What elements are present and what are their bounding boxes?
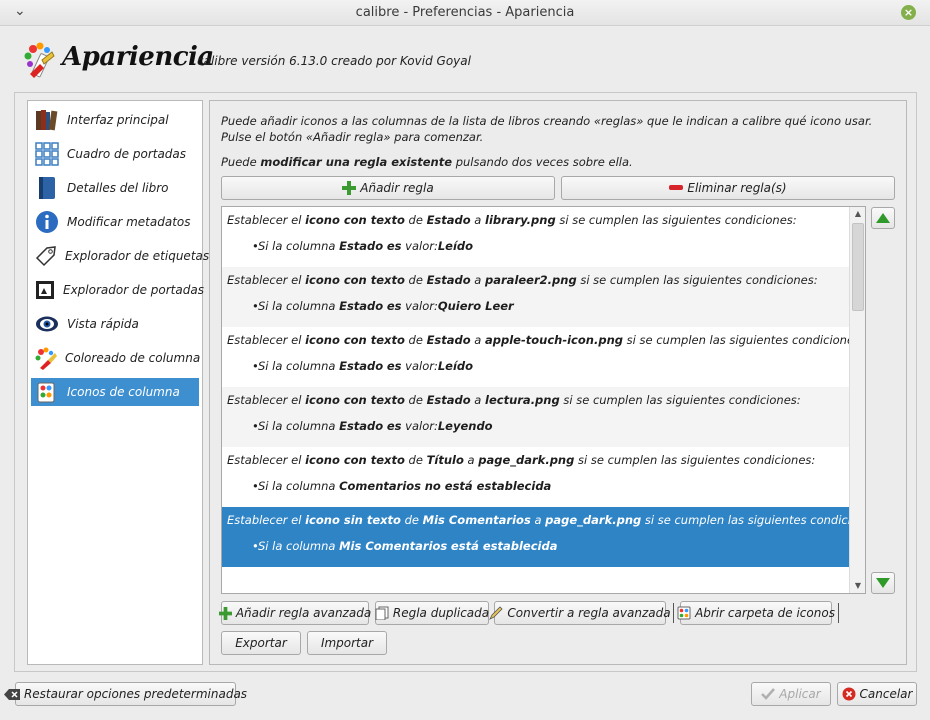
duplicate-icon bbox=[375, 606, 389, 620]
rule-condition: Si la columna Estado es valor:Quiero Lee… bbox=[258, 299, 514, 313]
move-down-button[interactable] bbox=[871, 572, 895, 594]
duplicate-rule-label: Regla duplicada bbox=[392, 606, 490, 620]
scroll-up-arrow-icon[interactable]: ▲ bbox=[850, 207, 865, 221]
sidebar-item-label: Explorador de etiquetas bbox=[65, 249, 210, 263]
sidebar-item-label: Coloreado de columna bbox=[65, 351, 201, 365]
rule-condition: Si la columna Mis Comentarios está estab… bbox=[258, 539, 558, 553]
list-item[interactable]: Establecer el icono con texto de Estado … bbox=[222, 327, 864, 387]
book-icon bbox=[34, 175, 60, 201]
cancel-icon bbox=[842, 687, 856, 701]
minus-icon bbox=[669, 185, 684, 191]
scrollbar-thumb[interactable] bbox=[852, 223, 864, 311]
import-button[interactable]: Importar bbox=[307, 631, 387, 655]
arrow-up-icon bbox=[876, 213, 890, 223]
remove-rule-button[interactable]: Eliminar regla(s) bbox=[561, 176, 895, 200]
info-icon bbox=[34, 209, 60, 235]
sidebar-item-label: Iconos de columna bbox=[67, 385, 180, 399]
icons-icon bbox=[677, 606, 691, 620]
pencil-icon bbox=[489, 606, 503, 620]
palette-icon bbox=[22, 40, 58, 80]
restore-defaults-button[interactable]: Restaurar opciones predeterminadas bbox=[3, 682, 247, 706]
rule-text: Establecer el icono con texto de Título … bbox=[227, 453, 816, 467]
check-icon bbox=[761, 688, 776, 700]
vertical-scrollbar[interactable]: ▲ ▼ bbox=[849, 207, 865, 593]
rule-condition: Si la columna Estado es valor:Leído bbox=[258, 239, 474, 253]
add-rule-label: Añadir regla bbox=[360, 181, 434, 195]
scroll-down-arrow-icon[interactable]: ▼ bbox=[850, 579, 865, 593]
clear-icon bbox=[3, 688, 20, 700]
hint-post: pulsando dos veces sobre ella. bbox=[452, 155, 633, 169]
apply-label: Aplicar bbox=[779, 687, 821, 701]
sidebar-item-label: Interfaz principal bbox=[67, 113, 169, 127]
plus-icon bbox=[218, 606, 232, 620]
list-item[interactable]: Establecer el icono con texto de Estado … bbox=[222, 267, 850, 327]
rule-text: Establecer el icono con texto de Estado … bbox=[227, 213, 797, 227]
window-title: calibre - Preferencias - Apariencia bbox=[355, 5, 575, 20]
page-title: Apariencia bbox=[62, 42, 214, 72]
add-advanced-rule-label: Añadir regla avanzada bbox=[235, 606, 372, 620]
add-advanced-rule-button[interactable]: Añadir regla avanzada bbox=[218, 601, 372, 625]
sidebar-item-label: Vista rápida bbox=[67, 317, 139, 331]
cover-icon bbox=[34, 277, 56, 303]
sidebar-item-detalles-del-libro[interactable]: Detalles del libro bbox=[31, 174, 199, 202]
sidebar-item-iconos-de-columna[interactable]: Iconos de columna bbox=[31, 378, 199, 406]
sidebar-item-explorador-de-portadas[interactable]: Explorador de portadas bbox=[31, 276, 204, 304]
sidebar-item-label: Modificar metadatos bbox=[67, 215, 191, 229]
eye-icon bbox=[34, 311, 60, 337]
sidebar-item-label: Explorador de portadas bbox=[63, 283, 204, 297]
tag-icon bbox=[34, 243, 58, 269]
list-item[interactable]: Establecer el icono con texto de Título … bbox=[222, 447, 850, 507]
sidebar-item-label: Cuadro de portadas bbox=[67, 147, 187, 161]
list-item-selected[interactable]: Establecer el icono sin texto de Mis Com… bbox=[222, 507, 865, 567]
rule-text: Establecer el icono con texto de Estado … bbox=[227, 393, 801, 407]
sidebar-item-coloreado-de-columna[interactable]: Coloreado de columna bbox=[31, 344, 201, 372]
open-icon-folder-label: Abrir carpeta de iconos bbox=[695, 606, 835, 620]
list-item[interactable]: Establecer el icono con texto de Estado … bbox=[222, 387, 850, 447]
palette-icon bbox=[34, 345, 58, 371]
icons-icon bbox=[34, 379, 60, 405]
convert-to-advanced-label: Convertir a regla avanzada bbox=[507, 606, 671, 620]
add-rule-button[interactable]: Añadir regla bbox=[221, 176, 555, 200]
export-label: Exportar bbox=[235, 636, 287, 650]
rule-condition: Si la columna Estado es valor:Leído bbox=[258, 359, 474, 373]
toolbar-separator bbox=[673, 603, 674, 623]
plus-icon bbox=[342, 181, 357, 195]
books-icon bbox=[34, 107, 60, 133]
sidebar-item-label: Detalles del libro bbox=[67, 181, 169, 195]
convert-to-advanced-button[interactable]: Convertir a regla avanzada bbox=[489, 601, 671, 625]
cancel-label: Cancelar bbox=[859, 687, 913, 701]
apply-button[interactable]: Aplicar bbox=[751, 682, 831, 706]
cancel-button[interactable]: Cancelar bbox=[837, 682, 917, 706]
import-label: Importar bbox=[320, 636, 374, 650]
rule-condition: Si la columna Comentarios no está establ… bbox=[258, 479, 552, 493]
export-button[interactable]: Exportar bbox=[221, 631, 301, 655]
sidebar-item-vista-rapida[interactable]: Vista rápida bbox=[31, 310, 199, 338]
toolbar-separator bbox=[838, 603, 839, 623]
close-icon[interactable]: × bbox=[901, 5, 916, 20]
title-bar: ⌄ calibre - Preferencias - Apariencia × bbox=[0, 0, 930, 26]
description-text: Puede añadir iconos a las columnas de la… bbox=[221, 114, 873, 144]
rule-text: Establecer el icono con texto de Estado … bbox=[227, 273, 818, 287]
version-label: calibre versión 6.13.0 creado por Kovid … bbox=[197, 54, 471, 68]
move-up-button[interactable] bbox=[871, 207, 895, 229]
duplicate-rule-button[interactable]: Regla duplicada bbox=[375, 601, 489, 625]
arrow-down-icon bbox=[876, 578, 890, 588]
sidebar-item-cuadro-de-portadas[interactable]: Cuadro de portadas bbox=[31, 140, 199, 168]
hint-text: Puede modificar una regla existente puls… bbox=[221, 155, 633, 169]
hint-pre: Puede bbox=[221, 155, 261, 169]
sidebar-item-modificar-metadatos[interactable]: Modificar metadatos bbox=[31, 208, 199, 236]
list-item[interactable]: Establecer el icono con texto de Estado … bbox=[222, 207, 850, 267]
remove-rule-label: Eliminar regla(s) bbox=[687, 181, 787, 195]
sidebar-item-explorador-de-etiquetas[interactable]: Explorador de etiquetas bbox=[31, 242, 209, 270]
rule-condition: Si la columna Estado es valor:Leyendo bbox=[258, 419, 493, 433]
rule-text: Establecer el icono con texto de Estado … bbox=[227, 333, 864, 347]
restore-defaults-label: Restaurar opciones predeterminadas bbox=[23, 687, 248, 701]
rules-list[interactable]: Establecer el icono con texto de Estado … bbox=[221, 206, 866, 594]
open-icon-folder-button[interactable]: Abrir carpeta de iconos bbox=[677, 601, 835, 625]
sidebar-item-interfaz-principal[interactable]: Interfaz principal bbox=[31, 106, 199, 134]
category-sidebar: Interfaz principal Cuadro de portadas De… bbox=[27, 100, 209, 665]
hint-bold: modificar una regla existente bbox=[260, 155, 453, 169]
rule-text: Establecer el icono sin texto de Mis Com… bbox=[227, 513, 866, 527]
grid-icon bbox=[34, 141, 60, 167]
